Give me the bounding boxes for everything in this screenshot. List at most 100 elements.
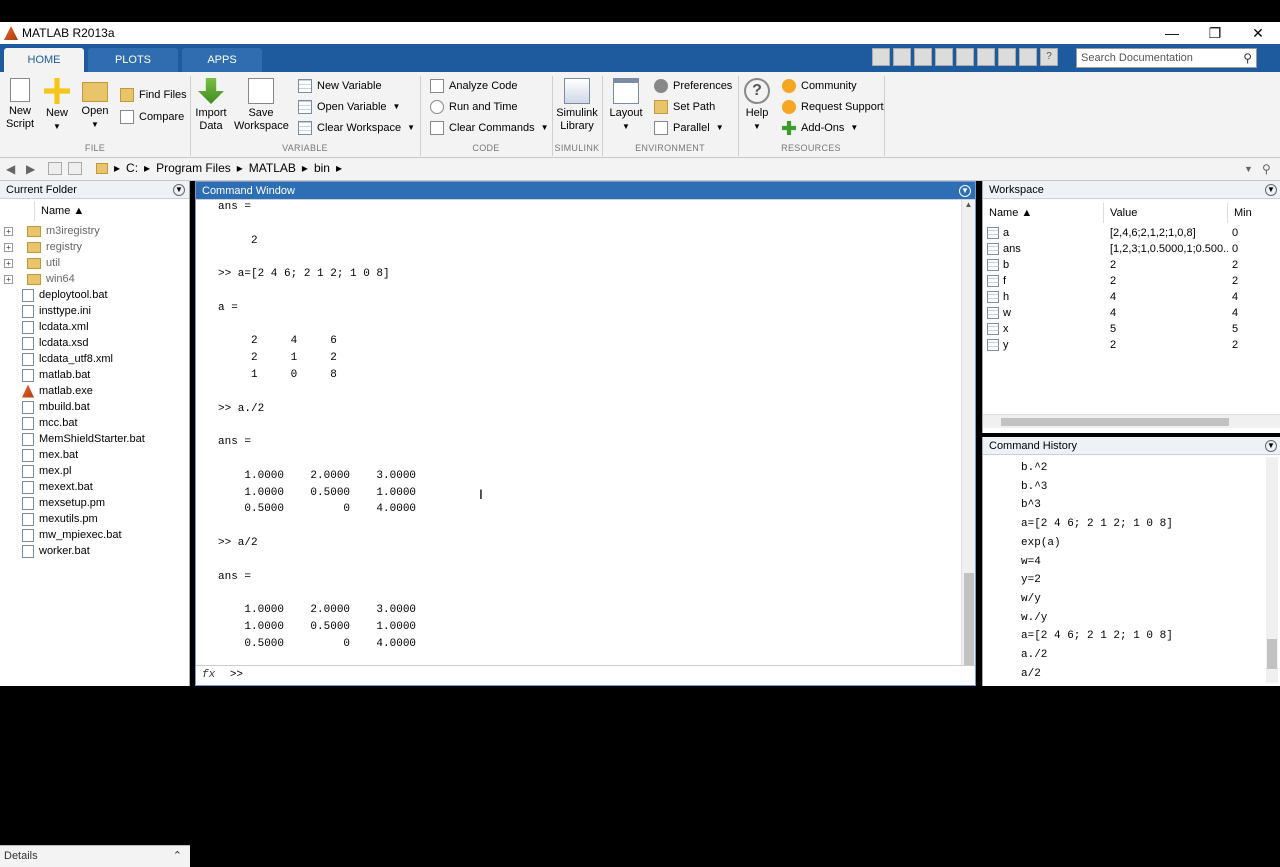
qat-help-icon[interactable]: ? bbox=[1040, 48, 1058, 66]
expand-icon[interactable]: + bbox=[4, 226, 13, 236]
new-button[interactable]: New ▼ bbox=[42, 78, 72, 133]
history-item[interactable]: b^3 bbox=[1021, 496, 1041, 514]
file-list-item[interactable]: worker.bat bbox=[0, 543, 90, 559]
action-menu-icon[interactable]: ▼ bbox=[173, 184, 185, 196]
search-documentation-input[interactable]: Search Documentation ⚲ bbox=[1076, 48, 1257, 68]
file-list-item[interactable]: mw_mpiexec.bat bbox=[0, 527, 122, 543]
analyze-code-button[interactable]: Analyze Code bbox=[430, 77, 518, 95]
layout-button[interactable]: Layout ▼ bbox=[608, 78, 644, 133]
history-item[interactable]: w/y bbox=[1021, 590, 1041, 608]
qat-save-icon[interactable] bbox=[893, 48, 911, 66]
expand-icon[interactable]: + bbox=[4, 258, 13, 268]
expand-icon[interactable]: + bbox=[4, 274, 13, 284]
workspace-row[interactable]: a [2,4,6;2,1,2;1,0,8] 0 bbox=[983, 225, 1280, 241]
up-folder-icon[interactable] bbox=[48, 162, 62, 175]
file-list-item[interactable]: lcdata.xsd bbox=[0, 335, 89, 351]
workspace-row[interactable]: f 2 2 bbox=[983, 273, 1280, 289]
preferences-button[interactable]: Preferences bbox=[654, 77, 732, 95]
breadcrumb-matlab[interactable]: MATLAB bbox=[249, 161, 296, 175]
file-list-item[interactable]: lcdata_utf8.xml bbox=[0, 351, 113, 367]
run-and-time-button[interactable]: Run and Time bbox=[430, 98, 517, 116]
tab-plots[interactable]: PLOTS bbox=[88, 48, 178, 72]
history-item[interactable]: w=4 bbox=[1021, 553, 1041, 571]
command-window-scrollbar[interactable]: ▲ bbox=[961, 200, 975, 666]
history-item[interactable]: a./2 bbox=[1021, 646, 1047, 664]
open-button[interactable]: Open ▼ bbox=[78, 78, 112, 131]
history-item[interactable]: b.^2 bbox=[1021, 459, 1047, 477]
history-item[interactable]: a=[2 4 6; 2 1 2; 1 0 8] bbox=[1021, 515, 1173, 533]
workspace-row[interactable]: w 4 4 bbox=[983, 305, 1280, 321]
request-support-button[interactable]: Request Support bbox=[782, 98, 884, 116]
qat-undo-icon[interactable] bbox=[977, 48, 995, 66]
file-list-item[interactable]: insttype.ini bbox=[0, 303, 91, 319]
chevron-up-icon[interactable]: ⌃ bbox=[173, 846, 182, 866]
import-data-button[interactable]: Import Data bbox=[194, 78, 228, 133]
simulink-library-button[interactable]: Simulink Library bbox=[556, 78, 598, 133]
file-list-item[interactable]: MemShieldStarter.bat bbox=[0, 431, 145, 447]
file-list-item[interactable]: matlab.bat bbox=[0, 367, 90, 383]
file-list-item[interactable]: mexext.bat bbox=[0, 479, 93, 495]
browse-icon[interactable] bbox=[68, 162, 82, 175]
file-list-item[interactable]: deploytool.bat bbox=[0, 287, 108, 303]
save-workspace-button[interactable]: Save Workspace bbox=[234, 78, 289, 133]
file-list-item[interactable]: lcdata.xml bbox=[0, 319, 89, 335]
history-item[interactable]: exp(a) bbox=[1021, 534, 1061, 552]
folder-list-item[interactable]: + m3iregistry bbox=[0, 223, 100, 239]
qat-cut-icon[interactable] bbox=[914, 48, 932, 66]
qat-copy-icon[interactable] bbox=[935, 48, 953, 66]
tab-apps[interactable]: APPS bbox=[182, 48, 262, 72]
tab-home[interactable]: HOME bbox=[4, 48, 84, 72]
qat-redo-icon[interactable] bbox=[998, 48, 1016, 66]
find-files-button[interactable]: Find Files bbox=[120, 86, 187, 104]
new-variable-button[interactable]: New Variable bbox=[298, 77, 382, 95]
file-list-item[interactable]: mex.pl bbox=[0, 463, 71, 479]
search-folder-icon[interactable]: ⚲ bbox=[1262, 162, 1271, 176]
history-item[interactable]: y=2 bbox=[1021, 571, 1041, 589]
command-window[interactable]: Command Window ▼ ans = 2 >> a=[2 4 6; 2 1… bbox=[195, 181, 976, 686]
details-panel[interactable]: Details ⌃ bbox=[0, 845, 190, 867]
file-list-item[interactable]: mex.bat bbox=[0, 447, 78, 463]
qat-undock-icon[interactable] bbox=[872, 48, 890, 66]
history-item[interactable]: a=[2 4 6; 2 1 2; 1 0 8] bbox=[1021, 627, 1173, 645]
history-item[interactable]: w./y bbox=[1021, 609, 1047, 627]
column-header-value[interactable]: Value bbox=[1104, 203, 1228, 223]
folder-list-item[interactable]: + win64 bbox=[0, 271, 75, 287]
file-list-item[interactable]: mexsetup.pm bbox=[0, 495, 105, 511]
help-button[interactable]: ? Help ▼ bbox=[742, 78, 772, 133]
folder-list-item[interactable]: + registry bbox=[0, 239, 82, 255]
column-header-name[interactable]: Name ▲ bbox=[983, 203, 1104, 223]
qat-paste-icon[interactable] bbox=[956, 48, 974, 66]
workspace-row[interactable]: x 5 5 bbox=[983, 321, 1280, 337]
action-menu-icon[interactable]: ▼ bbox=[959, 185, 971, 197]
column-header-min[interactable]: Min bbox=[1228, 203, 1280, 223]
folder-list-item[interactable]: + util bbox=[0, 255, 60, 271]
breadcrumb-bin[interactable]: bin bbox=[314, 161, 330, 175]
workspace-row[interactable]: ans [1,2,3;1,0.5000,1;0.500... 0 bbox=[983, 241, 1280, 257]
scrollbar-thumb[interactable] bbox=[1001, 418, 1229, 426]
set-path-button[interactable]: Set Path bbox=[654, 98, 715, 116]
compare-button[interactable]: Compare bbox=[120, 108, 184, 126]
close-button[interactable]: ✕ bbox=[1236, 22, 1280, 44]
parallel-button[interactable]: Parallel ▼ bbox=[654, 119, 724, 137]
workspace-horizontal-scrollbar[interactable] bbox=[983, 414, 1280, 428]
minimize-button[interactable]: — bbox=[1150, 22, 1194, 44]
file-list-item[interactable]: mbuild.bat bbox=[0, 399, 90, 415]
file-list-item[interactable]: mexutils.pm bbox=[0, 511, 98, 527]
search-icon[interactable]: ⚲ bbox=[1243, 51, 1252, 65]
action-menu-icon[interactable]: ▼ bbox=[1265, 440, 1277, 452]
clear-commands-button[interactable]: Clear Commands ▼ bbox=[430, 119, 549, 137]
action-menu-icon[interactable]: ▼ bbox=[1265, 184, 1277, 196]
breadcrumb-drive[interactable]: C: bbox=[126, 161, 138, 175]
forward-icon[interactable]: ▶ bbox=[26, 162, 35, 176]
path-dropdown-icon[interactable]: ▼ bbox=[1244, 164, 1253, 174]
breadcrumb-program-files[interactable]: Program Files bbox=[156, 161, 231, 175]
history-item[interactable]: b.^3 bbox=[1021, 478, 1047, 496]
expand-icon[interactable]: + bbox=[4, 242, 13, 252]
community-button[interactable]: Community bbox=[782, 77, 857, 95]
command-prompt[interactable]: fx >> bbox=[196, 665, 975, 685]
qat-switch-windows-icon[interactable] bbox=[1019, 48, 1037, 66]
history-scrollbar[interactable] bbox=[1266, 457, 1278, 683]
open-variable-button[interactable]: Open Variable ▼ bbox=[298, 98, 400, 116]
workspace-row[interactable]: y 2 2 bbox=[983, 337, 1280, 353]
workspace-row[interactable]: h 4 4 bbox=[983, 289, 1280, 305]
